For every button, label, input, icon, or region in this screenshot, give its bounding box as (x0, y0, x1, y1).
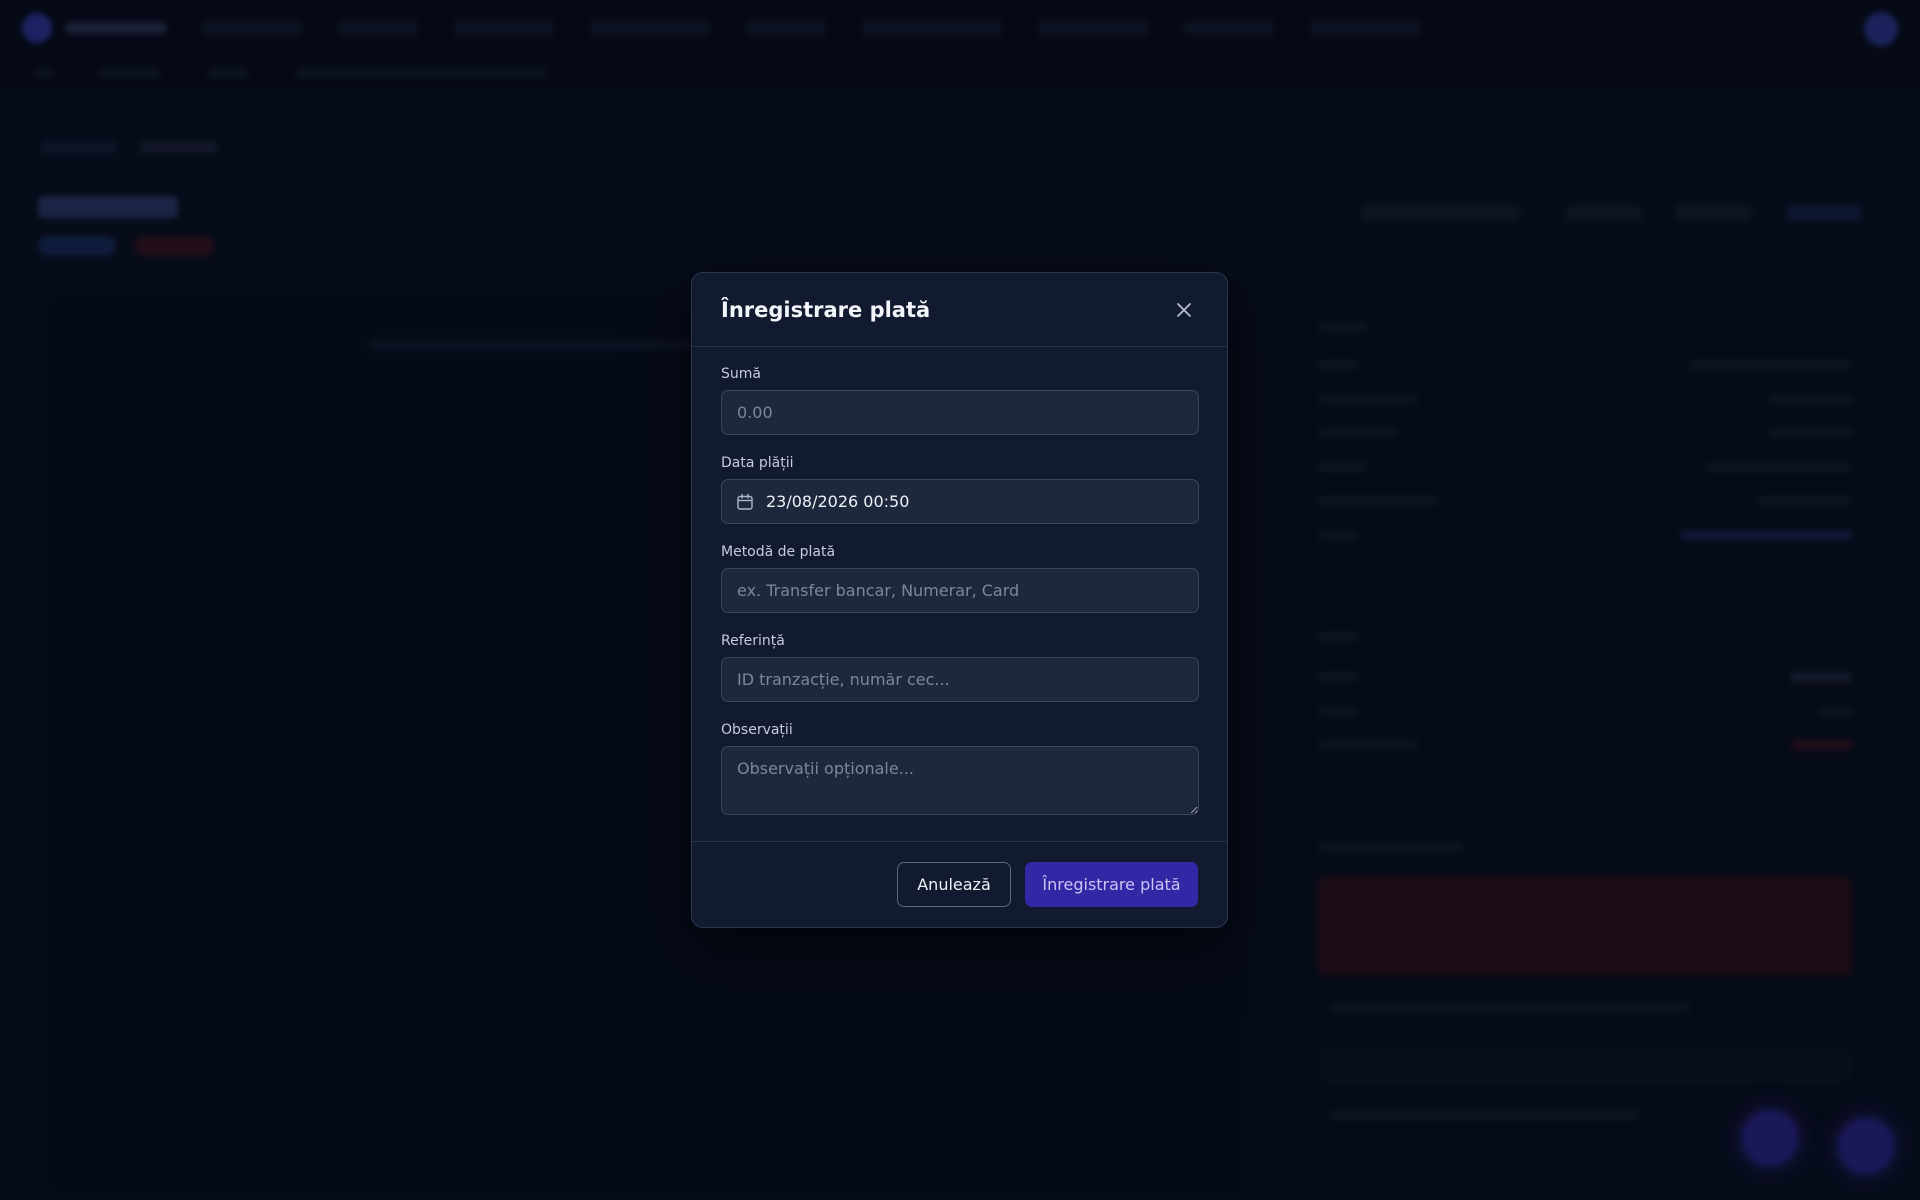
close-button[interactable] (1171, 297, 1197, 323)
reference-field-group: Referință (721, 633, 1199, 702)
reference-label: Referință (721, 633, 785, 649)
payment-date-value: 23/08/2026 00:50 (766, 492, 910, 511)
notes-label: Observații (721, 722, 793, 738)
close-icon (1177, 302, 1191, 317)
method-field-group: Metodă de plată (721, 544, 1199, 613)
modal-body: Sumă Data plății 23/08/2026 00:50 Metodă… (692, 347, 1227, 815)
payment-date-field-group: Data plății 23/08/2026 00:50 (721, 455, 1199, 524)
method-label: Metodă de plată (721, 544, 836, 560)
payment-method-input[interactable] (721, 568, 1199, 613)
calendar-icon (737, 493, 753, 510)
modal-title: Înregistrare plată (721, 297, 931, 322)
reference-input[interactable] (721, 657, 1199, 702)
payment-date-label: Data plății (721, 455, 794, 471)
payment-date-input[interactable]: 23/08/2026 00:50 (721, 479, 1199, 524)
modal-footer: Anulează Înregistrare plată (692, 841, 1227, 927)
record-payment-button[interactable]: Înregistrare plată (1025, 862, 1198, 907)
amount-field-group: Sumă (721, 366, 1199, 435)
notes-field-group: Observații (721, 722, 1199, 815)
cancel-button[interactable]: Anulează (897, 862, 1011, 907)
amount-label: Sumă (721, 366, 761, 382)
modal-header: Înregistrare plată (692, 273, 1227, 347)
amount-input[interactable] (721, 390, 1199, 435)
notes-textarea[interactable] (721, 746, 1199, 815)
record-payment-modal: Înregistrare plată Sumă Data plății 23/0… (691, 272, 1228, 928)
